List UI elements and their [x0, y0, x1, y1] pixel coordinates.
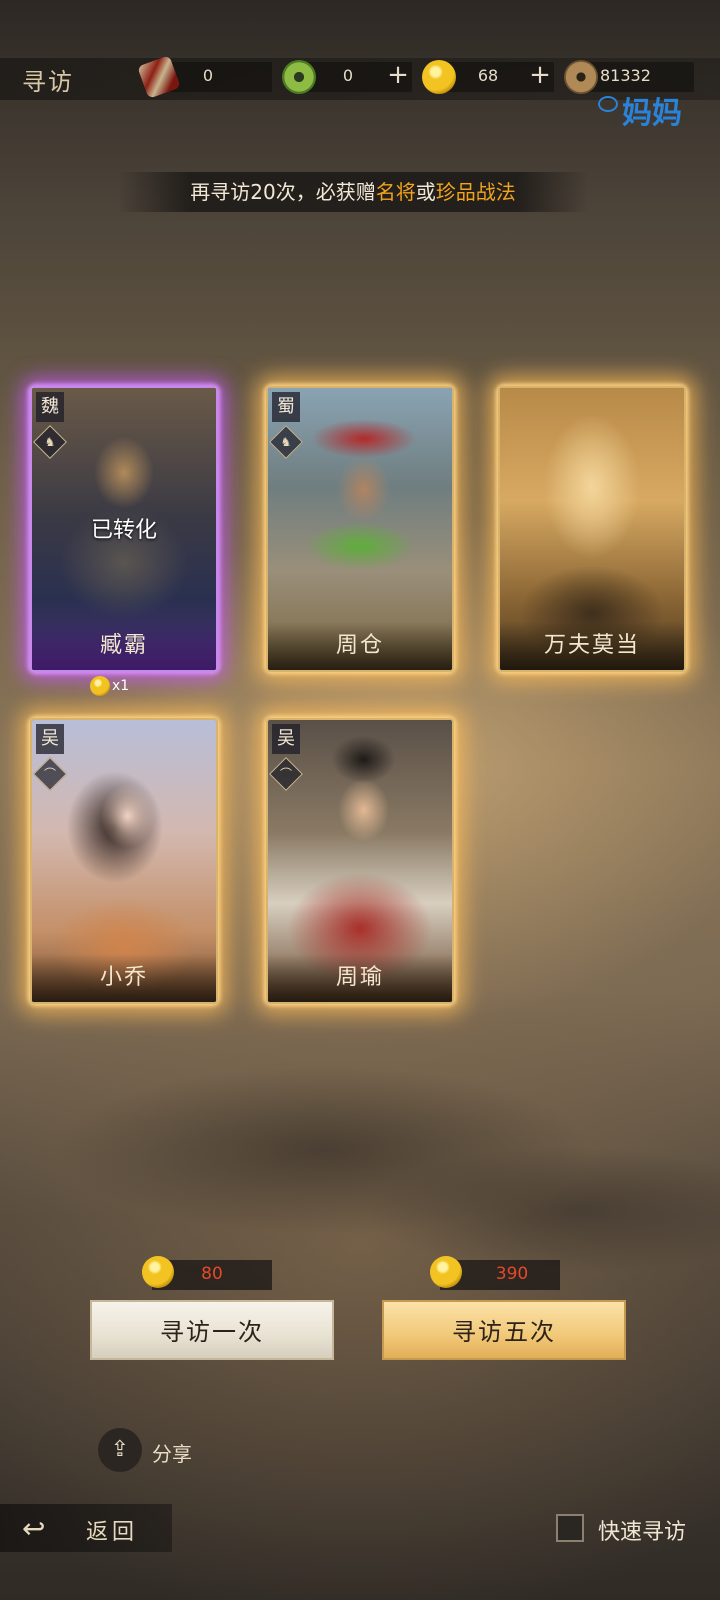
share-label[interactable]: 分享	[152, 1438, 192, 1467]
banner-middle: 或	[415, 180, 436, 204]
card-frame: 吴 ⌒ 周瑜	[266, 718, 454, 1004]
faction-badge: 蜀	[272, 392, 300, 422]
gold-icon	[422, 60, 456, 94]
card-name: 周瑜	[268, 954, 452, 1002]
card-reward: x1	[90, 676, 129, 696]
add-jade-button[interactable]: +	[386, 60, 410, 90]
reward-count: x1	[112, 678, 130, 694]
card-name: 万夫莫当	[500, 622, 684, 670]
coin-count: 81332	[600, 66, 651, 85]
jade-count: 0	[342, 66, 354, 85]
gold-icon	[142, 1256, 174, 1288]
back-label[interactable]: 返回	[86, 1514, 138, 1546]
scroll-count: 0	[202, 66, 214, 85]
cost-five: 390	[495, 1264, 529, 1284]
quick-recruit-label[interactable]: 快速寻访	[598, 1514, 686, 1546]
copper-coin-icon	[564, 60, 598, 94]
card-frame: 魏 ♞ 已转化 臧霸	[30, 386, 218, 672]
watermark-text: 妈妈	[622, 96, 682, 131]
card-zhoucang[interactable]: 蜀 ♞ 周仓	[266, 386, 454, 672]
faction-badge: 吴	[272, 724, 300, 754]
card-frame: 万夫莫当	[498, 386, 686, 672]
faction-badge: 吴	[36, 724, 64, 754]
wechat-icon	[598, 96, 618, 112]
quick-recruit-checkbox[interactable]	[556, 1514, 584, 1542]
banner-highlight-general: 名将	[375, 180, 416, 204]
faction-badge: 魏	[36, 392, 64, 422]
gold-count: 68	[477, 66, 499, 85]
card-xiaoqiao[interactable]: 吴 ⌒ 小乔	[30, 718, 218, 1004]
converted-label: 已转化	[90, 518, 157, 543]
page-title: 寻访	[22, 68, 74, 96]
card-name: 小乔	[32, 954, 216, 1002]
jade-icon	[282, 60, 316, 94]
card-name: 周仓	[268, 622, 452, 670]
card-name: 臧霸	[32, 622, 216, 670]
card-zangba[interactable]: 魏 ♞ 已转化 臧霸	[30, 386, 218, 672]
card-frame: 吴 ⌒ 小乔	[30, 718, 218, 1004]
back-arrow-icon[interactable]: ↩	[22, 1512, 45, 1545]
card-frame: 蜀 ♞ 周仓	[266, 386, 454, 672]
gold-icon	[90, 676, 110, 696]
recruit-five-button[interactable]: 寻访五次	[382, 1300, 626, 1360]
gold-icon	[430, 1256, 462, 1288]
card-zhouyu[interactable]: 吴 ⌒ 周瑜	[266, 718, 454, 1004]
share-icon[interactable]: ⇪	[98, 1428, 142, 1472]
add-gold-button[interactable]: +	[528, 60, 552, 90]
banner-highlight-tactic: 珍品战法	[435, 180, 516, 204]
banner-prefix: 再寻访20次，必获赠	[190, 180, 376, 204]
recruit-once-button[interactable]: 寻访一次	[90, 1300, 334, 1360]
card-tactic[interactable]: 万夫莫当	[498, 386, 686, 672]
cost-once: 80	[201, 1264, 223, 1284]
guarantee-banner: 再寻访20次，必获赠名将或珍品战法	[118, 172, 588, 212]
background-scene	[0, 1030, 720, 1330]
